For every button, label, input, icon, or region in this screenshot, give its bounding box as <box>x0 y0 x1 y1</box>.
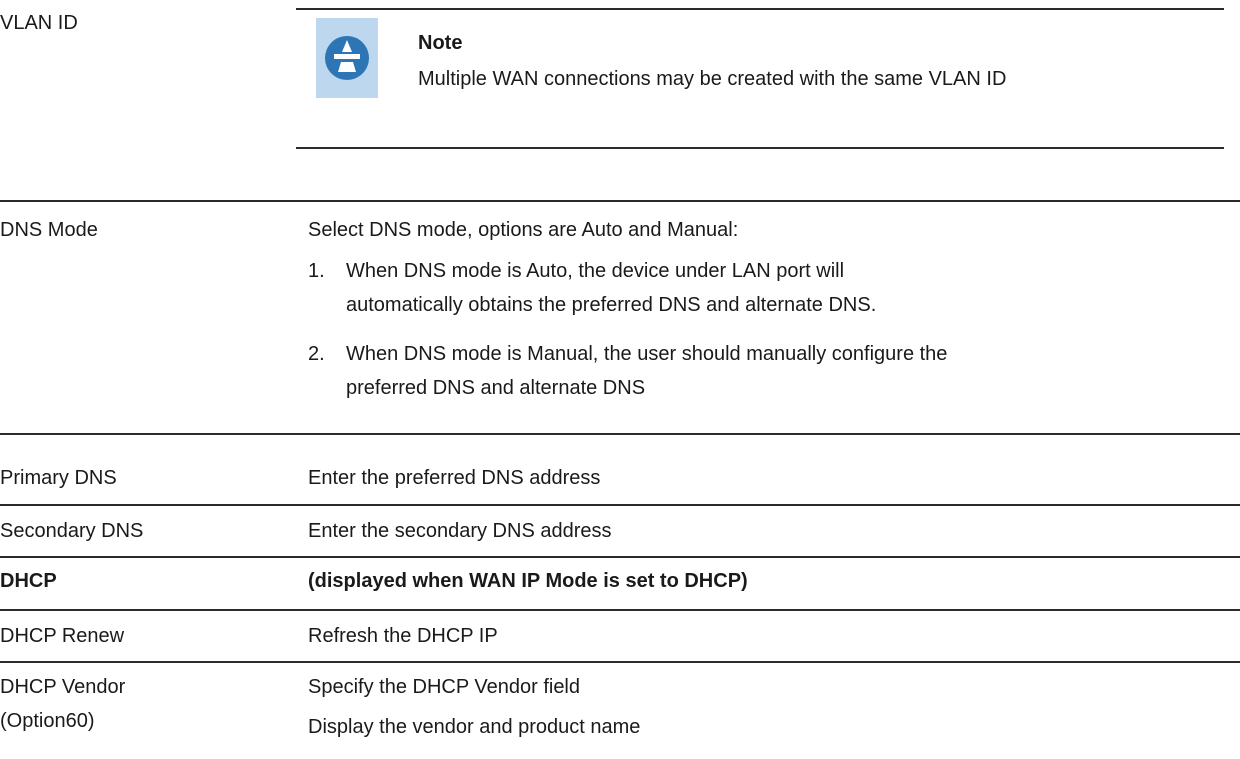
note-title: Note <box>418 32 463 54</box>
dhcp-renew-label: DHCP Renew <box>0 625 125 647</box>
dhcp-vendor-label-option: (Option60) <box>0 710 95 732</box>
table-row-divider <box>0 504 1240 506</box>
dhcp-section-label: DHCP <box>0 570 57 592</box>
dhcp-vendor-desc-2: Display the vendor and product name <box>308 716 641 738</box>
list-text-line: When DNS mode is Manual, the user should… <box>346 343 948 365</box>
note-pencil-icon <box>316 18 378 98</box>
dhcp-renew-desc: Refresh the DHCP IP <box>308 625 498 647</box>
secondary-dns-desc: Enter the secondary DNS address <box>308 520 612 542</box>
primary-dns-label: Primary DNS <box>0 467 117 489</box>
dns-mode-intro: Select DNS mode, options are Auto and Ma… <box>308 219 739 241</box>
dns-mode-label: DNS Mode <box>0 219 98 241</box>
secondary-dns-label: Secondary DNS <box>0 520 144 542</box>
table-row-divider <box>0 661 1240 663</box>
table-row-divider <box>0 609 1240 611</box>
table-row-divider <box>0 200 1240 202</box>
list-number: 2. <box>308 343 325 365</box>
list-text-line: preferred DNS and alternate DNS <box>346 377 646 399</box>
dhcp-section-desc: (displayed when WAN IP Mode is set to DH… <box>308 570 748 592</box>
table-row-divider <box>0 556 1240 558</box>
dhcp-vendor-label: DHCP Vendor <box>0 676 126 698</box>
note-bottom-rule <box>296 147 1224 149</box>
note-text: Multiple WAN connections may be created … <box>418 68 1007 90</box>
table-row-divider <box>0 433 1240 435</box>
vlan-id-label: VLAN ID <box>0 12 78 34</box>
primary-dns-desc: Enter the preferred DNS address <box>308 467 601 489</box>
list-number: 1. <box>308 260 325 282</box>
dhcp-vendor-desc: Specify the DHCP Vendor field <box>308 676 581 698</box>
list-text-line: When DNS mode is Auto, the device under … <box>346 260 845 282</box>
note-top-rule <box>296 8 1224 10</box>
list-text-line: automatically obtains the preferred DNS … <box>346 294 877 316</box>
